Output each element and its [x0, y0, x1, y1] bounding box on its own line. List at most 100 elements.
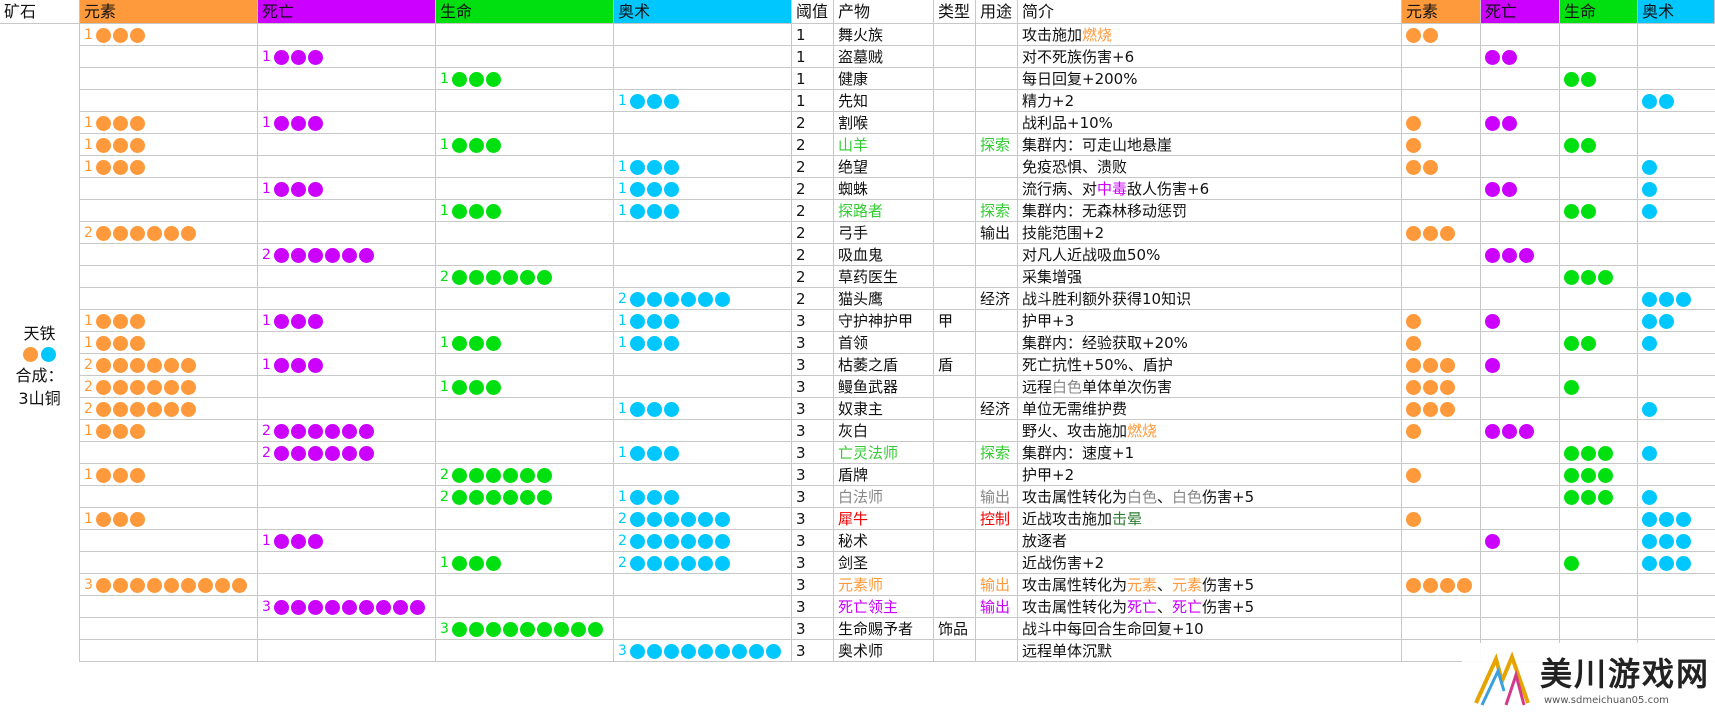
- desc-segment: 死亡抗性+50%、盾护: [1022, 356, 1173, 374]
- cost-life: 1: [436, 133, 614, 157]
- essence-dot: [680, 643, 696, 659]
- essence-dot: [663, 489, 679, 505]
- header-product: 产物: [834, 0, 934, 24]
- desc-segment: 护甲+3: [1022, 312, 1075, 330]
- watermark-url: www.sdmeichuan05.com: [1544, 695, 1669, 706]
- product-name: 绝望: [838, 158, 869, 176]
- description: 攻击属性转化为白色、白色伤害+5: [1018, 485, 1402, 509]
- cost-arcane: 2: [614, 529, 792, 553]
- essence-dot: [290, 247, 306, 263]
- level-number: 2: [262, 423, 271, 439]
- description: 集群内：可走山地悬崖: [1018, 133, 1402, 157]
- essence-dot: [697, 533, 713, 549]
- essence-dot: [95, 511, 111, 527]
- essence-dot: [451, 467, 467, 483]
- essence-dot: [646, 401, 662, 417]
- use-cell: 输出: [980, 224, 1011, 242]
- essence-dot: [1502, 247, 1517, 263]
- essence-dot: [468, 379, 484, 395]
- level-number: 2: [440, 269, 449, 285]
- essence-dot: [1581, 467, 1596, 483]
- desc-segment: 敌人伤害+6: [1127, 180, 1210, 198]
- use-cell: 探索: [980, 202, 1011, 220]
- essence-dot: [536, 489, 552, 505]
- cost-life: 1: [436, 375, 614, 399]
- watermark-logo-icon: [1474, 651, 1530, 706]
- essence-dot: [714, 533, 730, 549]
- threshold-cell: 3: [796, 642, 806, 660]
- product-name: 山羊: [838, 136, 869, 154]
- level-number: 2: [440, 489, 449, 505]
- result-death: [1481, 353, 1560, 377]
- desc-segment: 元素: [1172, 576, 1203, 594]
- essence-dot: [1406, 577, 1421, 593]
- level-number: 1: [84, 423, 93, 439]
- essence-dot: [95, 467, 111, 483]
- level-number: 2: [84, 379, 93, 395]
- essence-dot: [1485, 533, 1500, 549]
- essence-dot: [273, 445, 289, 461]
- essence-dot: [1485, 49, 1500, 65]
- essence-dot: [163, 577, 179, 593]
- essence-dot: [680, 533, 696, 549]
- product-name: 枯萎之盾: [838, 356, 899, 374]
- essence-dot: [129, 115, 145, 131]
- desc-segment: 白色: [1052, 378, 1083, 396]
- essence-dot: [646, 511, 662, 527]
- product-name: 奴隶主: [838, 400, 884, 418]
- description: 近战伤害+2: [1018, 551, 1402, 575]
- result-death: [1481, 177, 1560, 201]
- desc-segment: 、: [1157, 488, 1173, 506]
- description: 战斗胜利额外获得10知识: [1018, 287, 1402, 311]
- essence-dot: [1423, 577, 1438, 593]
- result-life: [1560, 441, 1639, 465]
- essence-dot: [231, 577, 247, 593]
- essence-dot: [95, 379, 111, 395]
- watermark-title: 美川游戏网: [1540, 655, 1711, 693]
- essence-dot: [95, 357, 111, 373]
- desc-segment: 战斗胜利额外获得10知识: [1022, 290, 1192, 308]
- product-name: 盗墓贼: [838, 48, 884, 66]
- essence-dot: [1581, 445, 1596, 461]
- essence-dot: [1581, 269, 1596, 285]
- threshold-cell: 3: [796, 444, 806, 462]
- result-arcane: [1638, 155, 1715, 179]
- essence-dot: [519, 489, 535, 505]
- essence-dot: [1485, 115, 1500, 131]
- level-number: 1: [262, 357, 271, 373]
- level-number: 1: [84, 313, 93, 329]
- threshold-cell: 1: [796, 92, 806, 110]
- essence-dot: [451, 335, 467, 351]
- description: 攻击属性转化为死亡、死亡伤害+5: [1018, 595, 1402, 619]
- threshold-cell: 3: [796, 510, 806, 528]
- essence-dot: [519, 467, 535, 483]
- level-number: 1: [618, 445, 627, 461]
- type-cell: 饰品: [938, 620, 969, 638]
- desc-segment: 战斗中每回合生命回复+10: [1022, 620, 1204, 638]
- level-number: 1: [440, 71, 449, 87]
- desc-segment: 采集增强: [1022, 268, 1083, 286]
- essence-dot: [1564, 445, 1579, 461]
- essence-dot: [112, 577, 128, 593]
- essence-dot: [1642, 159, 1657, 175]
- essence-dot: [646, 489, 662, 505]
- essence-dot: [646, 181, 662, 197]
- essence-dot: [1485, 313, 1500, 329]
- essence-dot: [553, 621, 569, 637]
- result-element: [1402, 375, 1481, 399]
- essence-dot: [1440, 357, 1455, 373]
- essence-dot: [129, 379, 145, 395]
- essence-dot: [451, 489, 467, 505]
- desc-segment: 集群内：无森林移动惩罚: [1022, 202, 1188, 220]
- essence-dot: [1598, 269, 1613, 285]
- essence-dot: [341, 445, 357, 461]
- desc-segment: 、: [1157, 598, 1173, 616]
- essence-dot: [519, 621, 535, 637]
- desc-segment: 死亡: [1172, 598, 1203, 616]
- desc-segment: 伤害+5: [1202, 576, 1255, 594]
- essence-dot: [324, 599, 340, 615]
- essence-dot: [1564, 379, 1579, 395]
- cost-death: 1: [258, 353, 436, 377]
- essence-dot: [358, 247, 374, 263]
- threshold-cell: 3: [796, 334, 806, 352]
